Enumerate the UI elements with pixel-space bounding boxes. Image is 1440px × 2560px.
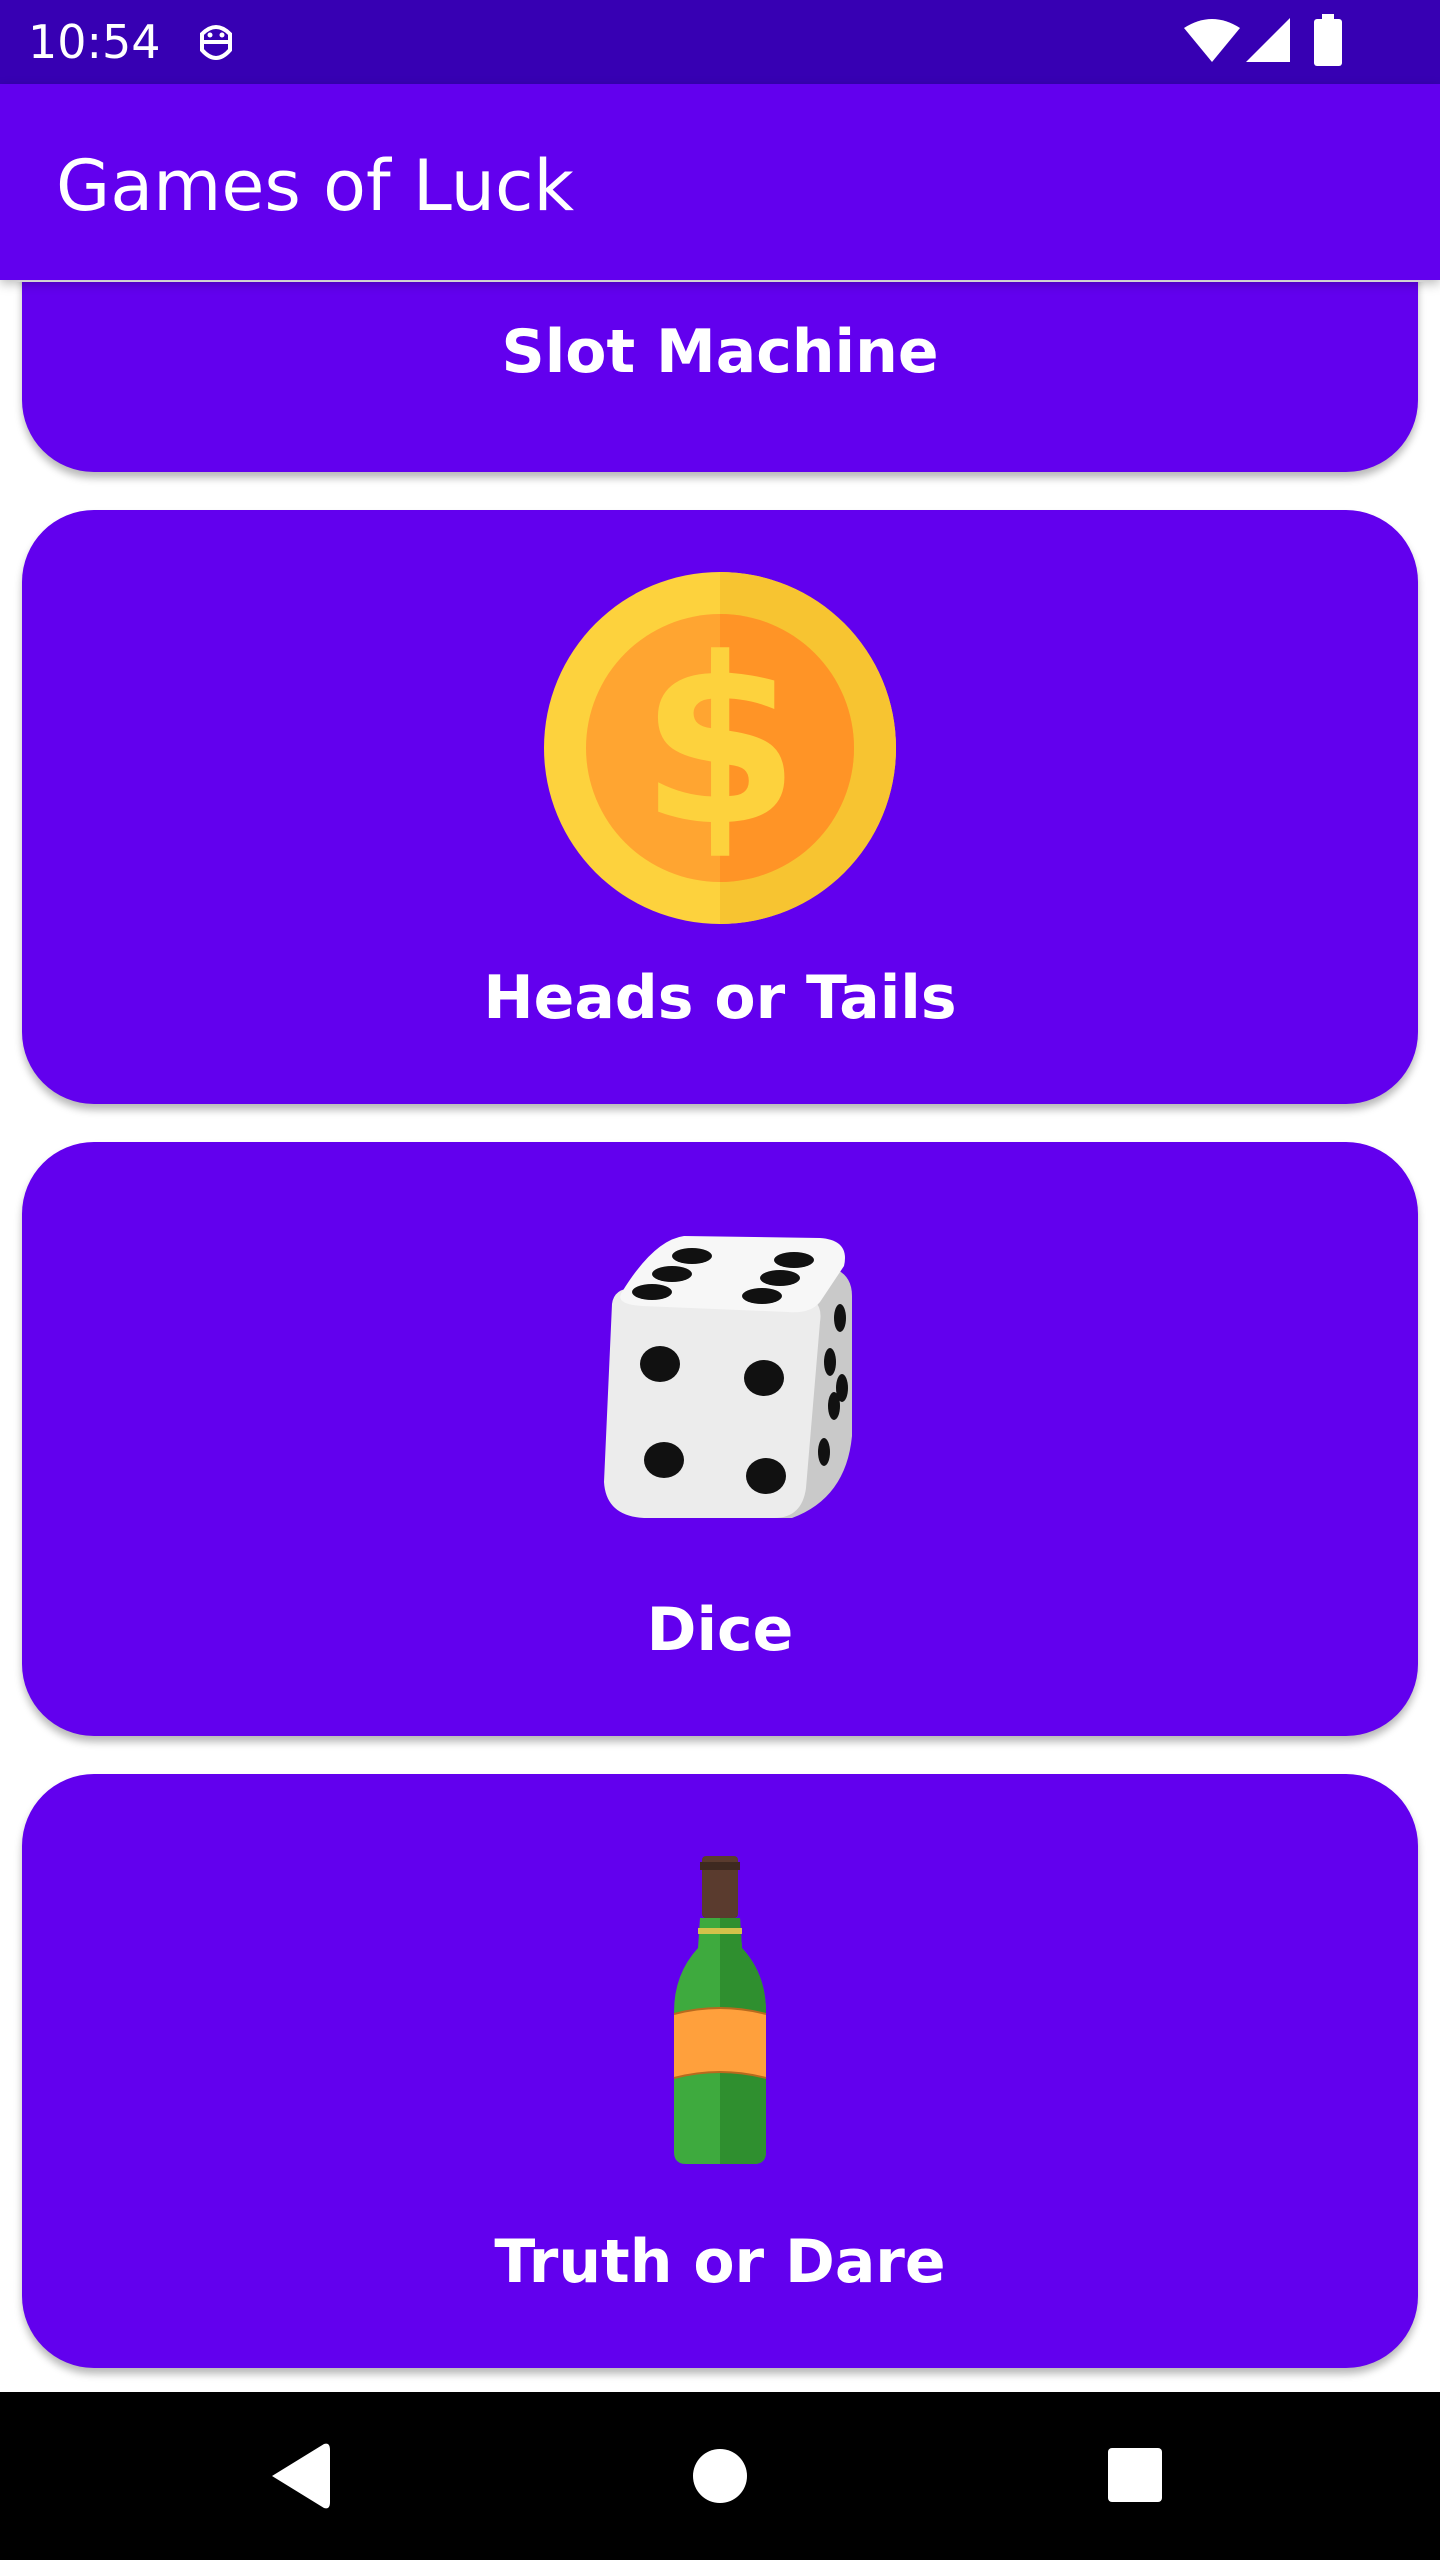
bottle-icon <box>673 1856 767 2164</box>
status-bar: 10:54 <box>0 0 1440 84</box>
game-label-truth-or-dare: Truth or Dare <box>494 2227 946 2297</box>
back-icon[interactable] <box>262 2436 342 2516</box>
recents-icon[interactable] <box>1096 2436 1176 2516</box>
wifi-icon <box>1184 19 1240 62</box>
games-list[interactable]: Slot Machine $ Heads or Tails Dice Truth… <box>0 282 1440 2392</box>
status-time: 10:54 <box>28 15 161 69</box>
game-card-truth-or-dare[interactable]: Truth or Dare <box>22 1774 1418 2368</box>
game-label-heads-or-tails: Heads or Tails <box>483 963 957 1033</box>
dice-icon <box>604 1236 852 1518</box>
svg-text:$: $ <box>640 610 800 877</box>
coin-icon: $ <box>544 572 896 924</box>
navigation-bar <box>0 2392 1440 2560</box>
notification-face-icon <box>200 25 232 60</box>
game-card-slot-machine[interactable]: Slot Machine <box>22 282 1418 472</box>
game-label-dice: Dice <box>646 1595 794 1665</box>
app-bar: Games of Luck <box>0 84 1440 280</box>
cell-signal-icon <box>1246 18 1290 62</box>
game-card-dice[interactable]: Dice <box>22 1142 1418 1736</box>
game-card-heads-or-tails[interactable]: $ Heads or Tails <box>22 510 1418 1104</box>
battery-icon <box>1314 14 1342 66</box>
game-label-slot-machine: Slot Machine <box>501 317 939 387</box>
home-icon[interactable] <box>680 2436 760 2516</box>
app-title: Games of Luck <box>56 145 574 227</box>
